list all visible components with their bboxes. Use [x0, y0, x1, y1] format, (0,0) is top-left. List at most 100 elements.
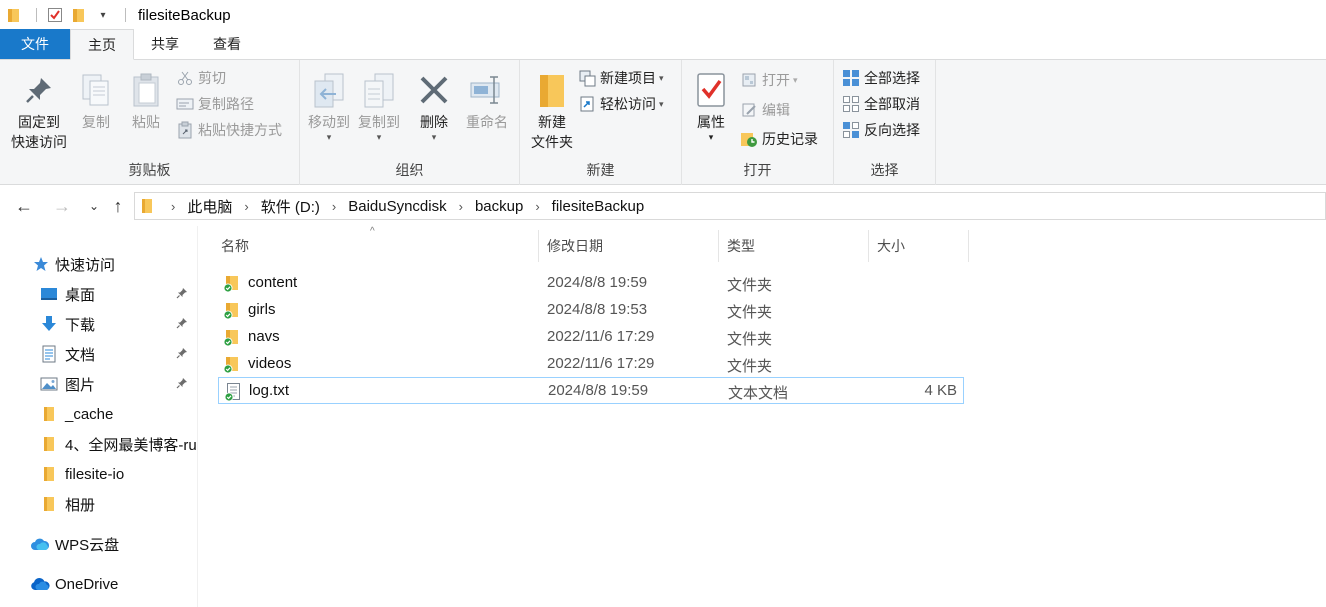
- breadcrumb-baidusyncdisk[interactable]: BaiduSyncdisk: [348, 198, 446, 215]
- ribbon-tabs: 文件 主页 共享 查看: [0, 29, 1326, 60]
- copy-to-button[interactable]: 复制到 ▾: [354, 70, 404, 142]
- new-folder-button[interactable]: 新建 文件夹: [524, 70, 580, 152]
- breadcrumb-separator-icon[interactable]: ›: [535, 199, 539, 214]
- folder-sync-icon: [222, 301, 242, 321]
- breadcrumb-separator-icon[interactable]: ›: [459, 199, 463, 214]
- paste-button[interactable]: 粘贴: [126, 70, 166, 132]
- text-file-sync-icon: [223, 382, 243, 402]
- nav-item-onedrive[interactable]: OneDrive: [0, 569, 198, 599]
- breadcrumb-drive-d[interactable]: 软件 (D:): [261, 196, 320, 217]
- pin-icon[interactable]: [176, 316, 190, 330]
- breadcrumb-separator-icon[interactable]: ›: [244, 199, 248, 214]
- quick-access-toolbar: ▾: [4, 0, 134, 30]
- ribbon-group-clipboard: 固定到 快速访问 复制 粘贴 剪切 复制路径 粘贴快捷方式 剪贴板: [0, 60, 300, 185]
- clipboard-icon: [128, 70, 164, 110]
- navigation-pane: 快速访问 桌面 下载 文档 图片 _cache 4、全网最美博客-ru file…: [0, 226, 198, 607]
- nav-item-album[interactable]: 相册: [0, 489, 198, 519]
- tab-home[interactable]: 主页: [70, 29, 134, 60]
- properties-quick-icon[interactable]: [45, 5, 65, 25]
- properties-button[interactable]: 属性 ▾: [690, 70, 732, 142]
- group-label-organize: 组织: [395, 162, 424, 178]
- breadcrumb-this-pc[interactable]: 此电脑: [187, 196, 232, 217]
- move-to-button[interactable]: 移动到 ▾: [304, 70, 354, 142]
- copy-button[interactable]: 复制: [76, 70, 116, 132]
- pin-icon[interactable]: [176, 286, 190, 300]
- pin-icon: [21, 70, 57, 110]
- column-header-size[interactable]: 大小: [869, 230, 969, 262]
- nav-item-wps-cloud[interactable]: WPS云盘: [0, 529, 198, 559]
- nav-item-desktop[interactable]: 桌面: [0, 279, 198, 309]
- copy-to-icon: [361, 70, 397, 110]
- copy-path-button[interactable]: 复制路径: [176, 92, 254, 116]
- nav-item-documents[interactable]: 文档: [0, 339, 198, 369]
- pin-icon[interactable]: [176, 376, 190, 390]
- customize-toolbar-dropdown-icon[interactable]: ▾: [93, 5, 113, 25]
- nav-item-downloads[interactable]: 下载: [0, 309, 198, 339]
- column-header-type[interactable]: 类型: [719, 230, 869, 262]
- new-folder-quick-icon[interactable]: [69, 5, 89, 25]
- history-icon: [740, 130, 758, 148]
- file-list: ^ 名称 修改日期 类型 大小 content 2024/8/8 19:59 文…: [198, 226, 1326, 607]
- history-button[interactable]: 历史记录: [740, 127, 818, 151]
- invert-selection-button[interactable]: 反向选择: [842, 118, 920, 142]
- ribbon-group-new: 新建 文件夹 新建项目 ▾ 轻松访问 ▾ 新建: [520, 60, 682, 185]
- easy-access-button[interactable]: 轻松访问 ▾: [578, 92, 664, 116]
- delete-button[interactable]: 删除 ▾: [414, 70, 454, 142]
- file-row-girls[interactable]: girls 2024/8/8 19:53 文件夹: [218, 297, 964, 324]
- tab-view[interactable]: 查看: [196, 29, 258, 59]
- open-button[interactable]: 打开 ▾: [740, 68, 798, 92]
- cloud-icon: [30, 535, 50, 553]
- select-all-button[interactable]: 全部选择: [842, 66, 920, 90]
- breadcrumb-separator-icon[interactable]: ›: [332, 199, 336, 214]
- pin-to-quick-access-button[interactable]: 固定到 快速访问: [8, 70, 70, 152]
- folder-sync-icon: [222, 355, 242, 375]
- star-icon: [32, 255, 50, 273]
- group-label-open: 打开: [743, 162, 772, 178]
- cut-button[interactable]: 剪切: [176, 66, 226, 90]
- recent-locations-button[interactable]: ⌄: [83, 195, 105, 217]
- address-bar[interactable]: › 此电脑 › 软件 (D:) › BaiduSyncdisk › backup…: [134, 192, 1326, 220]
- rename-button[interactable]: 重命名: [462, 70, 512, 132]
- tab-file[interactable]: 文件: [0, 29, 70, 59]
- new-folder-icon: [534, 70, 570, 110]
- arrow-right-icon: →: [53, 195, 71, 216]
- ribbon: 固定到 快速访问 复制 粘贴 剪切 复制路径 粘贴快捷方式 剪贴板 移动到 ▾ …: [0, 60, 1326, 185]
- nav-item-blog-folder[interactable]: 4、全网最美博客-ru: [0, 429, 198, 459]
- copy-path-icon: [176, 95, 194, 113]
- column-header-name[interactable]: 名称: [213, 230, 539, 262]
- document-icon: [40, 345, 58, 363]
- nav-item-quick-access[interactable]: 快速访问: [0, 249, 198, 279]
- ribbon-group-organize: 移动到 ▾ 复制到 ▾ 删除 ▾ 重命名 组织: [300, 60, 520, 185]
- tab-share[interactable]: 共享: [134, 29, 196, 59]
- move-to-icon: [311, 70, 347, 110]
- file-row-videos[interactable]: videos 2022/11/6 17:29 文件夹: [218, 351, 964, 378]
- nav-item-filesite-io[interactable]: filesite-io: [0, 459, 198, 489]
- delete-x-icon: [416, 70, 452, 110]
- breadcrumb-backup[interactable]: backup: [475, 198, 523, 215]
- breadcrumb-filesitebackup[interactable]: filesiteBackup: [552, 198, 645, 215]
- nav-item-cache[interactable]: _cache: [0, 399, 198, 429]
- select-none-button[interactable]: 全部取消: [842, 92, 920, 116]
- breadcrumb-separator-icon[interactable]: ›: [171, 199, 175, 214]
- edit-button[interactable]: 编辑: [740, 98, 790, 122]
- file-row-navs[interactable]: navs 2022/11/6 17:29 文件夹: [218, 324, 964, 351]
- paste-shortcut-button[interactable]: 粘贴快捷方式: [176, 118, 282, 142]
- folder-sync-icon: [222, 328, 242, 348]
- nav-item-pictures[interactable]: 图片: [0, 369, 198, 399]
- chevron-down-icon: ▾: [376, 132, 382, 142]
- file-row-log-txt[interactable]: log.txt 2024/8/8 19:59 文本文档 4 KB: [218, 377, 964, 404]
- window-title: filesiteBackup: [138, 6, 231, 24]
- group-label-select: 选择: [870, 162, 899, 178]
- pin-icon[interactable]: [176, 346, 190, 360]
- arrow-left-icon: ←: [15, 195, 33, 216]
- back-button[interactable]: ←: [13, 195, 35, 217]
- select-all-icon: [842, 69, 860, 87]
- new-item-button[interactable]: 新建项目 ▾: [578, 66, 664, 90]
- file-row-content[interactable]: content 2024/8/8 19:59 文件夹: [218, 270, 964, 297]
- up-button[interactable]: ↑: [107, 195, 129, 217]
- navigation-bar: ← → ⌄ ↑ › 此电脑 › 软件 (D:) › BaiduSyncdisk …: [0, 186, 1326, 226]
- folder-icon: [40, 495, 58, 513]
- column-header-modified[interactable]: 修改日期: [539, 230, 719, 262]
- forward-button[interactable]: →: [51, 195, 73, 217]
- edit-icon: [740, 101, 758, 119]
